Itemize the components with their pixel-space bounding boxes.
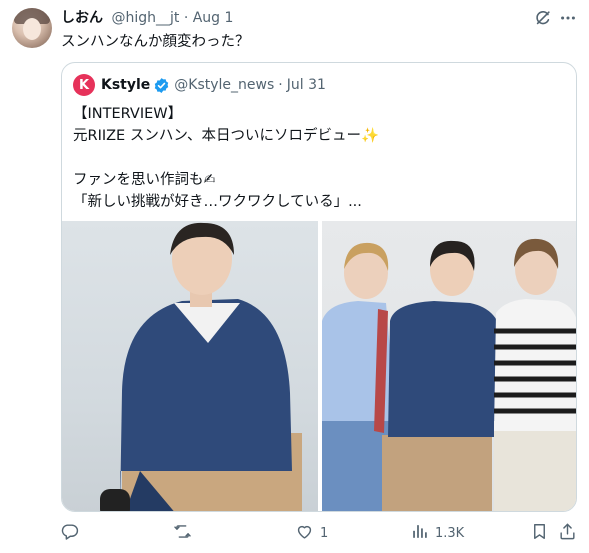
retweet-icon: [173, 522, 192, 545]
tweet-date[interactable]: Aug 1: [193, 10, 234, 26]
more-icon[interactable]: [558, 8, 578, 28]
quoted-text-line: [73, 147, 379, 169]
quoted-avatar[interactable]: K: [73, 74, 95, 96]
reply-button[interactable]: [60, 522, 85, 544]
photo-group[interactable]: [322, 221, 576, 511]
quoted-text-line: 元RIIZE スンハン、本日ついにソロデビュー✨: [73, 128, 380, 144]
quoted-text-line: ファンを思い作詞も✍: [73, 172, 216, 188]
bookmark-icon: [530, 522, 549, 545]
quoted-handle[interactable]: @Kstyle_news: [174, 77, 274, 93]
quoted-tweet[interactable]: K Kstyle @Kstyle_news · Jul 31 【INTERVIE…: [61, 62, 577, 512]
action-bar: 1 1.3K: [0, 522, 589, 544]
tweet-header: しおん @high__jt · Aug 1: [61, 9, 233, 27]
verified-icon: [153, 77, 170, 94]
quoted-text-line: 「新しい挑戦が好き…ワクワクしている」...: [73, 194, 362, 210]
quoted-tweet-text: 【INTERVIEW】 元RIIZE スンハン、本日ついにソロデビュー✨ ファン…: [73, 103, 379, 213]
share-button[interactable]: [558, 522, 577, 544]
like-icon: [295, 522, 314, 545]
like-button[interactable]: 1: [295, 522, 328, 544]
avatar[interactable]: [12, 8, 52, 48]
display-name[interactable]: しおん: [61, 10, 103, 26]
quoted-text-line: 【INTERVIEW】: [73, 106, 183, 122]
quoted-tweet-header: K Kstyle @Kstyle_news · Jul 31: [73, 74, 326, 96]
photo-solo[interactable]: [62, 221, 318, 511]
tweet-text: スンハンなんか顔変わった？: [61, 34, 250, 50]
handle[interactable]: @high__jt: [111, 10, 179, 26]
avatar-face: [23, 18, 41, 40]
tweet[interactable]: しおん @high__jt · Aug 1 スンハンなんか顔変わった？ K Ks…: [0, 0, 589, 553]
views-button[interactable]: 1.3K: [410, 522, 464, 544]
like-count: 1: [320, 525, 329, 541]
views-count: 1.3K: [435, 525, 465, 541]
bookmark-button[interactable]: [530, 522, 549, 544]
views-icon: [410, 522, 429, 545]
grok-icon[interactable]: [533, 8, 553, 28]
quoted-date[interactable]: Jul 31: [287, 77, 326, 93]
retweet-button[interactable]: [173, 522, 198, 544]
quoted-display-name[interactable]: Kstyle: [101, 77, 150, 93]
reply-icon: [60, 522, 79, 545]
quoted-separator-dot: ·: [278, 77, 283, 93]
share-icon: [558, 522, 577, 545]
separator-dot: ·: [183, 10, 189, 26]
